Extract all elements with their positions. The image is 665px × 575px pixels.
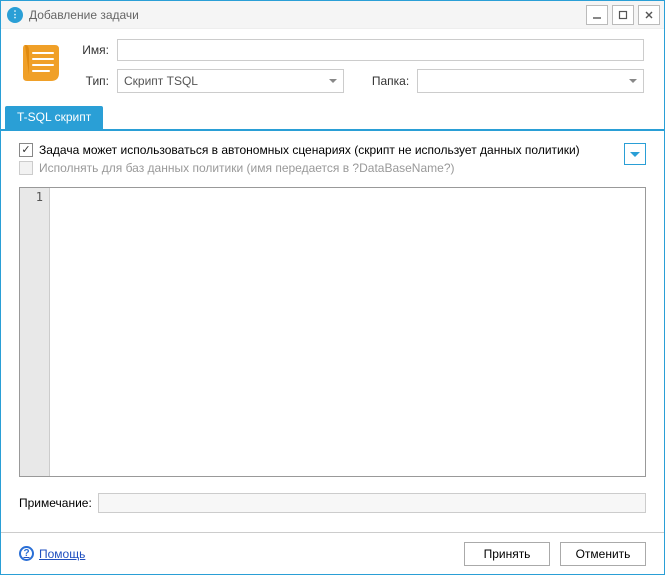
ok-button[interactable]: Принять bbox=[464, 542, 550, 566]
type-label: Тип: bbox=[75, 74, 109, 88]
checkbox-run-for-db bbox=[19, 161, 33, 175]
help-icon: ? bbox=[19, 546, 34, 561]
note-row: Примечание: bbox=[19, 493, 646, 513]
tabstrip: T-SQL скрипт bbox=[1, 107, 664, 131]
header-form: Имя: Тип: Скрипт TSQL Папка: bbox=[1, 29, 664, 107]
footer: ? Помощь Принять Отменить bbox=[1, 532, 664, 574]
line-number: 1 bbox=[20, 190, 43, 204]
close-button[interactable] bbox=[638, 5, 660, 25]
checkbox-row-run-for-db: Исполнять для баз данных политики (имя п… bbox=[19, 161, 616, 175]
checkbox-autonomous[interactable]: ✓ bbox=[19, 143, 33, 157]
folder-select[interactable] bbox=[417, 69, 644, 93]
tab-tsql-script[interactable]: T-SQL скрипт bbox=[5, 106, 103, 129]
checkbox-autonomous-label: Задача может использоваться в автономных… bbox=[39, 143, 580, 157]
expand-options-button[interactable] bbox=[624, 143, 646, 165]
checkbox-run-for-db-label: Исполнять для баз данных политики (имя п… bbox=[39, 161, 454, 175]
name-input[interactable] bbox=[117, 39, 644, 61]
app-icon: ⋮ bbox=[7, 7, 23, 23]
name-label: Имя: bbox=[75, 43, 109, 57]
checkbox-row-autonomous[interactable]: ✓ Задача может использоваться в автономн… bbox=[19, 143, 616, 157]
type-select-value: Скрипт TSQL bbox=[124, 74, 198, 88]
cancel-button[interactable]: Отменить bbox=[560, 542, 646, 566]
help-link-label: Помощь bbox=[39, 547, 85, 561]
note-label: Примечание: bbox=[19, 496, 92, 510]
minimize-button[interactable] bbox=[586, 5, 608, 25]
type-select[interactable]: Скрипт TSQL bbox=[117, 69, 344, 93]
maximize-button[interactable] bbox=[612, 5, 634, 25]
chevron-down-icon bbox=[329, 79, 337, 83]
window-title: Добавление задачи bbox=[29, 8, 586, 22]
editor-gutter: 1 bbox=[20, 188, 50, 476]
note-input[interactable] bbox=[98, 493, 646, 513]
chevron-down-icon bbox=[630, 152, 640, 157]
code-editor[interactable]: 1 bbox=[19, 187, 646, 477]
tab-body: ✓ Задача может использоваться в автономн… bbox=[1, 131, 664, 487]
titlebar: ⋮ Добавление задачи bbox=[1, 1, 664, 29]
task-script-icon bbox=[19, 41, 61, 85]
folder-label: Папка: bbox=[372, 74, 409, 88]
chevron-down-icon bbox=[629, 79, 637, 83]
help-link[interactable]: ? Помощь bbox=[19, 546, 85, 561]
code-area[interactable] bbox=[50, 188, 645, 476]
